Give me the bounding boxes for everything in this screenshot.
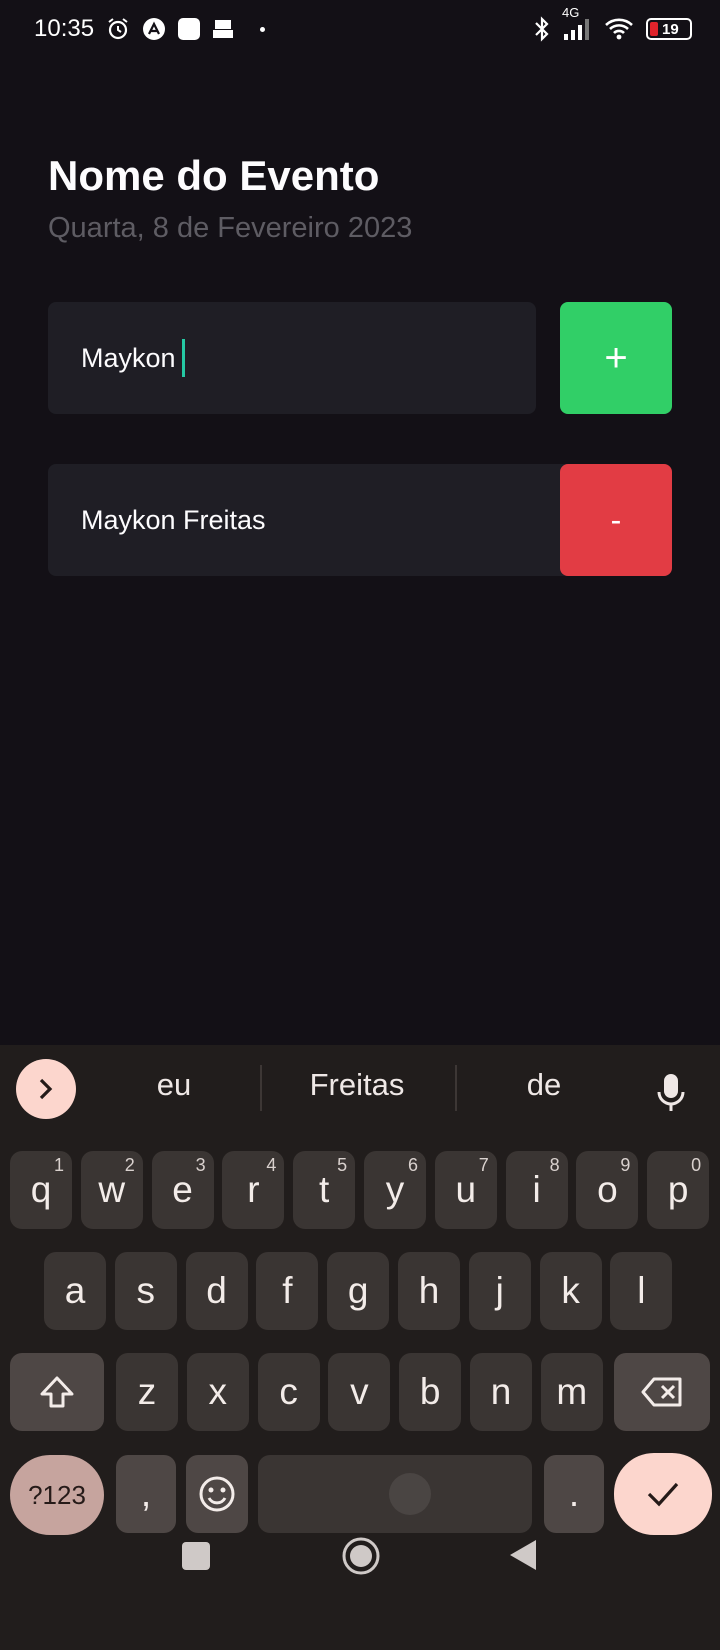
participant-name: Maykon Freitas xyxy=(48,464,588,576)
event-date: Quarta, 8 de Fevereiro 2023 xyxy=(48,212,413,244)
key-o[interactable]: o9 xyxy=(576,1151,639,1229)
backspace-icon xyxy=(641,1377,682,1407)
shift-icon xyxy=(40,1376,74,1408)
key-q[interactable]: q1 xyxy=(10,1151,72,1229)
app-square-icon xyxy=(178,18,201,40)
key-k[interactable]: k xyxy=(539,1252,602,1330)
status-right: 4G 19 xyxy=(534,5,692,42)
alarm-icon xyxy=(106,17,130,41)
key-number-hint: 0 xyxy=(691,1155,702,1175)
suggestion-divider xyxy=(455,1065,457,1111)
key-label: e xyxy=(172,1169,193,1210)
key-p[interactable]: p0 xyxy=(647,1151,710,1229)
home-icon xyxy=(342,1537,380,1575)
add-participant-button[interactable]: + xyxy=(560,302,672,414)
back-button[interactable] xyxy=(508,1538,538,1572)
status-time: 10:35 xyxy=(34,15,95,42)
home-button[interactable] xyxy=(341,1536,381,1576)
input-value: Maykon xyxy=(81,342,176,373)
suggestion-1[interactable]: eu xyxy=(100,1067,248,1103)
key-z[interactable]: z xyxy=(116,1353,178,1431)
network-type-label: 4G xyxy=(562,5,580,20)
expand-toolbar-button[interactable] xyxy=(16,1059,76,1119)
key-number-hint: 1 xyxy=(53,1155,64,1175)
cellular-signal-icon: 4G xyxy=(562,5,592,41)
key-f[interactable]: f xyxy=(256,1252,319,1330)
key-m[interactable]: m xyxy=(540,1353,603,1431)
key-c[interactable]: c xyxy=(257,1353,320,1431)
key-number-hint: 5 xyxy=(337,1155,348,1175)
chevron-right-icon xyxy=(39,1078,53,1100)
key-s[interactable]: s xyxy=(114,1252,177,1330)
key-l[interactable]: l xyxy=(610,1252,673,1330)
shift-key[interactable] xyxy=(10,1353,104,1431)
storage-icon xyxy=(212,19,234,39)
suggestion-divider xyxy=(260,1065,262,1111)
key-e[interactable]: e3 xyxy=(151,1151,214,1229)
key-b[interactable]: b xyxy=(399,1353,462,1431)
text-cursor xyxy=(181,339,185,377)
key-i[interactable]: i8 xyxy=(505,1151,568,1229)
key-label: o xyxy=(597,1169,618,1210)
app-notification-icon xyxy=(142,17,166,41)
key-g[interactable]: g xyxy=(327,1252,390,1330)
key-label: r xyxy=(247,1169,260,1210)
key-n[interactable]: n xyxy=(470,1353,532,1431)
status-left: 10:35 xyxy=(34,15,266,43)
key-label: p xyxy=(667,1169,689,1210)
key-h[interactable]: h xyxy=(398,1252,460,1330)
battery-level: 19 xyxy=(662,20,679,38)
participant-row: Maykon Freitas - xyxy=(48,464,672,576)
key-u[interactable]: u7 xyxy=(434,1151,497,1229)
key-number-hint: 8 xyxy=(549,1155,560,1175)
key-r[interactable]: r4 xyxy=(222,1151,285,1229)
key-label: q xyxy=(30,1169,52,1210)
more-notifications-dot xyxy=(260,26,266,32)
wifi-icon xyxy=(604,17,634,41)
key-d[interactable]: d xyxy=(185,1252,248,1330)
key-number-hint: 7 xyxy=(478,1155,489,1175)
back-icon xyxy=(510,1540,536,1570)
key-number-hint: 4 xyxy=(266,1155,277,1175)
navigation-bar xyxy=(0,1480,720,1650)
bluetooth-icon xyxy=(534,16,550,42)
key-a[interactable]: a xyxy=(44,1252,106,1330)
suggestion-2[interactable]: Freitas xyxy=(272,1067,442,1103)
status-bar: 10:35 4G 19 xyxy=(0,0,720,58)
key-v[interactable]: v xyxy=(328,1353,391,1431)
key-number-hint: 3 xyxy=(195,1155,206,1175)
key-number-hint: 6 xyxy=(407,1155,418,1175)
page-title: Nome do Evento xyxy=(48,152,380,199)
key-label: t xyxy=(319,1169,330,1210)
suggestion-bar: eu Freitas de xyxy=(0,1045,720,1135)
suggestion-3[interactable]: de xyxy=(470,1067,618,1103)
key-j[interactable]: j xyxy=(468,1252,531,1330)
key-label: w xyxy=(98,1169,126,1210)
microphone-icon[interactable] xyxy=(656,1073,686,1113)
key-label: y xyxy=(385,1169,405,1210)
key-w[interactable]: w2 xyxy=(80,1151,143,1229)
recents-button[interactable] xyxy=(182,1542,210,1570)
backspace-key[interactable] xyxy=(614,1353,710,1431)
key-number-hint: 2 xyxy=(124,1155,135,1175)
remove-participant-button[interactable]: - xyxy=(560,464,672,576)
battery-icon: 19 xyxy=(646,18,692,40)
key-label: i xyxy=(532,1169,541,1210)
key-label: u xyxy=(455,1169,477,1210)
participant-name-input[interactable]: Maykon xyxy=(48,302,536,414)
key-x[interactable]: x xyxy=(186,1353,249,1431)
key-number-hint: 9 xyxy=(620,1155,631,1175)
key-y[interactable]: y6 xyxy=(364,1151,426,1229)
key-t[interactable]: t5 xyxy=(293,1151,356,1229)
